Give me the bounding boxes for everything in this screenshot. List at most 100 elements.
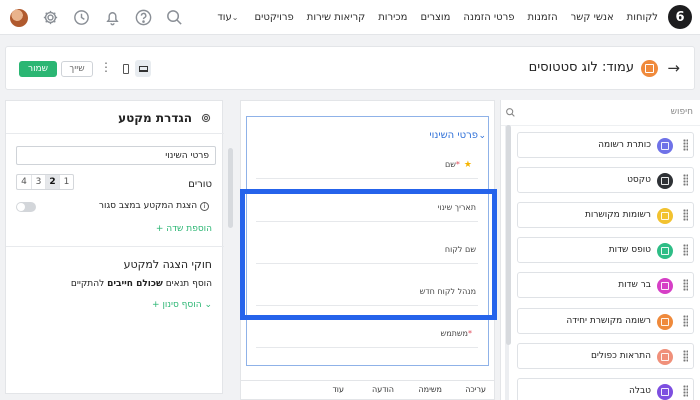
canvas-scrollbar[interactable] bbox=[506, 125, 511, 345]
columns-option-1[interactable]: 1 bbox=[59, 175, 73, 189]
duplicate-alerts-icon bbox=[657, 349, 673, 365]
star-icon: ★ bbox=[463, 160, 472, 170]
search-icon bbox=[506, 108, 515, 117]
columns-option-2[interactable]: 2 bbox=[45, 175, 59, 189]
help-icon[interactable] bbox=[134, 8, 153, 27]
main-menu: לקוחות אנשי קשר הזמנות פרטי הזמנה מוצרים… bbox=[217, 0, 658, 35]
desktop-view-icon[interactable] bbox=[135, 60, 151, 77]
component-record-title[interactable]: כותרת רשומה bbox=[517, 132, 694, 158]
table-icon bbox=[657, 384, 673, 400]
single-linked-record-icon bbox=[657, 314, 673, 330]
required-mark: * bbox=[468, 329, 472, 338]
component-fields-bar[interactable]: בר שדות bbox=[517, 272, 694, 298]
activity-tab-message[interactable]: הודעה bbox=[372, 385, 394, 394]
chevron-down-icon: ⌄ bbox=[201, 300, 212, 310]
drag-handle-icon[interactable] bbox=[683, 244, 688, 256]
mobile-view-icon[interactable] bbox=[119, 60, 133, 77]
back-arrow-icon[interactable]: → bbox=[667, 59, 680, 77]
record-title-icon bbox=[657, 138, 673, 154]
display-rules-title: חוקי הצגה למקטע bbox=[123, 258, 212, 271]
history-icon[interactable] bbox=[72, 8, 91, 27]
field-name[interactable]: שם* ★ bbox=[256, 149, 478, 179]
nav-item-more[interactable]: עוד⌄ bbox=[217, 12, 241, 23]
gear-icon bbox=[200, 112, 212, 124]
plus-icon: + bbox=[155, 224, 167, 234]
show-closed-toggle[interactable] bbox=[16, 202, 36, 212]
component-label: טופס שדות bbox=[608, 245, 651, 255]
add-filter-label: הוסף סינון bbox=[162, 300, 202, 310]
required-mark: * bbox=[455, 160, 460, 169]
section-name-input[interactable]: פרטי השינוי bbox=[16, 146, 216, 165]
field-label: משתמש* bbox=[441, 329, 476, 338]
page-type-icon bbox=[641, 60, 658, 77]
drag-handle-icon[interactable] bbox=[683, 174, 688, 186]
selection-highlight bbox=[240, 189, 497, 320]
divider bbox=[6, 246, 224, 247]
nav-item-projects[interactable]: פרויקטים bbox=[254, 12, 293, 23]
drag-handle-icon[interactable] bbox=[683, 139, 688, 151]
search-icon[interactable] bbox=[165, 8, 184, 27]
fields-form-icon bbox=[657, 243, 673, 259]
info-icon: i bbox=[200, 202, 209, 211]
add-field-button[interactable]: + הוספת שדה bbox=[156, 224, 212, 234]
component-label: טבלה bbox=[628, 386, 651, 396]
component-duplicate-alerts[interactable]: התראות כפולים bbox=[517, 343, 694, 369]
nav-item-orders[interactable]: הזמנות bbox=[528, 12, 558, 23]
activity-tab-edit[interactable]: עריכה bbox=[465, 385, 486, 394]
save-button[interactable]: שמור bbox=[19, 61, 57, 77]
nav-item-order-details[interactable]: פרטי הזמנה bbox=[463, 12, 514, 23]
field-label-text: משתמש bbox=[440, 329, 468, 338]
columns-option-4[interactable]: 4 bbox=[17, 175, 31, 189]
component-table[interactable]: טבלה bbox=[517, 378, 694, 400]
activity-tab-task[interactable]: משימה bbox=[418, 385, 442, 394]
assign-button[interactable]: שייך bbox=[61, 61, 93, 77]
nav-item-service-calls[interactable]: קריאות שירות bbox=[307, 12, 365, 23]
component-label: בר שדות bbox=[618, 280, 651, 290]
add-filter-button[interactable]: + הוסף סינון ⌄ bbox=[152, 300, 212, 310]
component-fields-form[interactable]: טופס שדות bbox=[517, 237, 694, 263]
columns-option-3[interactable]: 3 bbox=[31, 175, 45, 189]
field-label: שם* ★ bbox=[445, 160, 476, 170]
display-rules-description: הוסף תנאים שכולם חייבים להתקיים bbox=[71, 279, 212, 289]
component-single-linked-record[interactable]: רשומה מקושרת יחידה bbox=[517, 308, 694, 334]
user-avatar[interactable] bbox=[10, 9, 28, 27]
activity-tab-more[interactable]: עוד bbox=[332, 385, 344, 394]
linked-records-icon bbox=[657, 208, 673, 224]
drag-handle-icon[interactable] bbox=[683, 279, 688, 291]
top-navigation: 6 לקוחות אנשי קשר הזמנות פרטי הזמנה מוצר… bbox=[0, 0, 700, 35]
nav-item-products[interactable]: מוצרים bbox=[420, 12, 450, 23]
page-header: → עמוד: לוג סטטוסים שמור שייך ⋮ bbox=[5, 46, 695, 90]
chevron-down-icon[interactable]: ⌄ bbox=[478, 131, 486, 141]
chevron-down-icon: ⌄ bbox=[231, 13, 239, 22]
nav-item-sales[interactable]: מכירות bbox=[378, 12, 407, 23]
drag-handle-icon[interactable] bbox=[683, 209, 688, 221]
search-placeholder: חיפוש bbox=[670, 107, 693, 117]
columns-label: טורים bbox=[188, 179, 212, 190]
drag-handle-icon[interactable] bbox=[683, 350, 688, 362]
rules-text-post: להתקיים bbox=[70, 279, 108, 289]
drag-handle-icon[interactable] bbox=[683, 315, 688, 327]
component-label: טקסט bbox=[627, 175, 651, 185]
more-options-icon[interactable]: ⋮ bbox=[100, 60, 112, 74]
component-label: התראות כפולים bbox=[590, 351, 651, 361]
field-user[interactable]: משתמש* bbox=[256, 318, 478, 348]
nav-item-customers[interactable]: לקוחות bbox=[627, 12, 658, 23]
nav-item-contacts[interactable]: אנשי קשר bbox=[571, 12, 614, 23]
section-settings-panel: הגדרת מקטע פרטי השינוי טורים 4 3 2 1 הצג… bbox=[5, 100, 224, 394]
activity-bar: עריכה משימה הודעה עוד bbox=[240, 380, 495, 400]
divider bbox=[6, 133, 224, 134]
app-logo[interactable]: 6 bbox=[668, 5, 692, 29]
component-linked-records[interactable]: רשומות מקושרות bbox=[517, 202, 694, 228]
text-icon bbox=[657, 173, 673, 189]
fields-bar-icon bbox=[657, 278, 673, 294]
component-label: רשומות מקושרות bbox=[584, 210, 651, 220]
component-label: כותרת רשומה bbox=[598, 140, 651, 150]
gear-icon[interactable] bbox=[41, 8, 60, 27]
components-search[interactable]: חיפוש bbox=[501, 100, 700, 126]
rules-text-bold: שכולם חייבים bbox=[107, 279, 163, 289]
drag-handle-icon[interactable] bbox=[683, 385, 688, 397]
component-text[interactable]: טקסט bbox=[517, 167, 694, 193]
bell-icon[interactable] bbox=[103, 8, 122, 27]
settings-scrollbar[interactable] bbox=[228, 148, 233, 228]
nav-more-label: עוד bbox=[217, 12, 232, 23]
